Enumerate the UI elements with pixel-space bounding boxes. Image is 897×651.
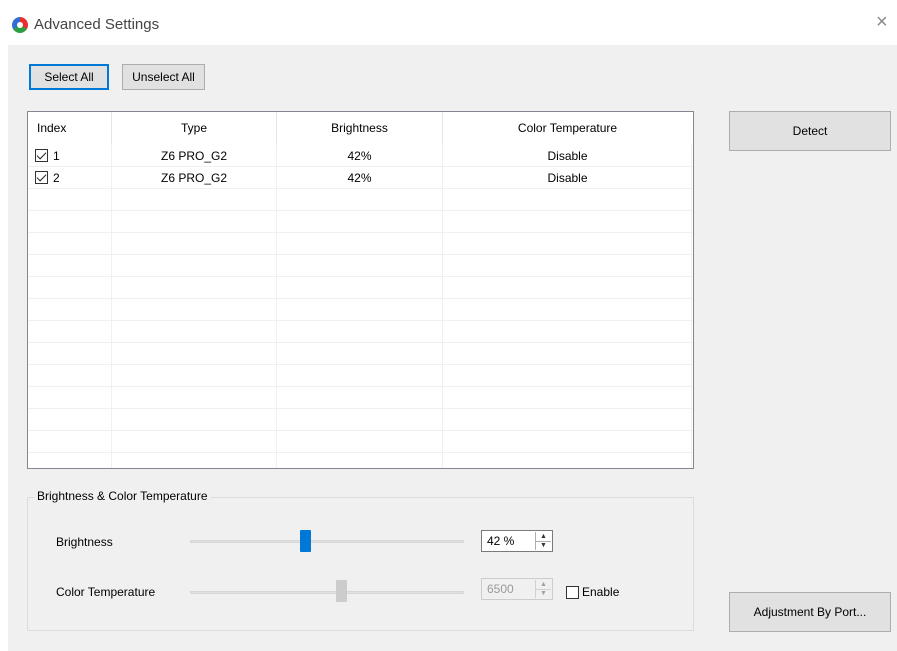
grid-column-line [691, 145, 692, 468]
grid-column-line [276, 145, 277, 468]
grid-row-line [28, 386, 693, 387]
device-list[interactable]: Index Type Brightness Color Temperature … [27, 111, 694, 469]
cell-color-temperature: Disable [547, 149, 588, 163]
grid-row-line [28, 364, 693, 365]
cell-color-temperature: Disable [547, 171, 588, 185]
grid-row-line [28, 298, 693, 299]
cell-type: Z6 PRO_G2 [160, 171, 228, 185]
grid-row-line [28, 276, 693, 277]
table-row[interactable]: 2 Z6 PRO_G2 42% Disable [28, 167, 693, 189]
color-temperature-spinbox[interactable]: 6500 ▲ ▼ [481, 578, 553, 600]
color-temperature-slider-track[interactable] [190, 591, 464, 594]
cell-index: 1 [53, 149, 60, 163]
window-title: Advanced Settings [34, 16, 160, 33]
detect-button[interactable]: Detect [729, 111, 891, 151]
spin-buttons: ▲ ▼ [535, 580, 551, 598]
grid-column-line [111, 145, 112, 468]
brightness-color-temperature-group [27, 497, 694, 631]
grid-row-line [28, 408, 693, 409]
column-header-brightness[interactable]: Brightness [277, 112, 442, 145]
enable-label[interactable]: Enable [582, 585, 619, 599]
column-header-index[interactable]: Index [37, 112, 66, 145]
device-list-header: Index Type Brightness Color Temperature [28, 112, 693, 145]
cell-index: 2 [53, 171, 60, 185]
table-row[interactable]: 1 Z6 PRO_G2 42% Disable [28, 145, 693, 167]
color-temperature-slider-thumb[interactable] [336, 580, 347, 602]
spin-down-icon[interactable]: ▼ [536, 541, 551, 550]
select-all-button[interactable]: Select All [29, 64, 109, 90]
color-temperature-value[interactable]: 6500 [487, 579, 514, 599]
grid-row-line [28, 342, 693, 343]
column-header-color-temperature[interactable]: Color Temperature [443, 112, 692, 145]
row-checkbox[interactable] [35, 171, 48, 184]
group-title: Brightness & Color Temperature [34, 489, 211, 503]
unselect-all-button[interactable]: Unselect All [122, 64, 205, 90]
spin-down-icon[interactable]: ▼ [536, 589, 551, 598]
brightness-value[interactable]: 42 % [487, 531, 514, 551]
enable-checkbox[interactable] [566, 586, 579, 599]
row-checkbox[interactable] [35, 149, 48, 162]
app-logo-icon [12, 17, 28, 33]
close-icon[interactable]: × [876, 12, 888, 32]
grid-row-line [28, 210, 693, 211]
cell-brightness: 42% [347, 171, 372, 185]
adjustment-by-port-button[interactable]: Adjustment By Port... [729, 592, 891, 632]
brightness-spinbox[interactable]: 42 % ▲ ▼ [481, 530, 553, 552]
brightness-label: Brightness [56, 535, 113, 549]
grid-row-line [28, 430, 693, 431]
grid-row-line [28, 232, 693, 233]
spin-buttons: ▲ ▼ [535, 532, 551, 550]
cell-brightness: 42% [347, 149, 372, 163]
column-header-type[interactable]: Type [112, 112, 276, 145]
grid-row-line [28, 320, 693, 321]
color-temperature-label: Color Temperature [56, 585, 156, 599]
grid-column-line [442, 145, 443, 468]
cell-type: Z6 PRO_G2 [160, 149, 228, 163]
grid-row-line [28, 254, 693, 255]
grid-row-line [28, 452, 693, 453]
brightness-slider-track[interactable] [190, 540, 464, 543]
title-bar: Advanced Settings × [0, 0, 897, 45]
brightness-slider-thumb[interactable] [300, 530, 311, 552]
